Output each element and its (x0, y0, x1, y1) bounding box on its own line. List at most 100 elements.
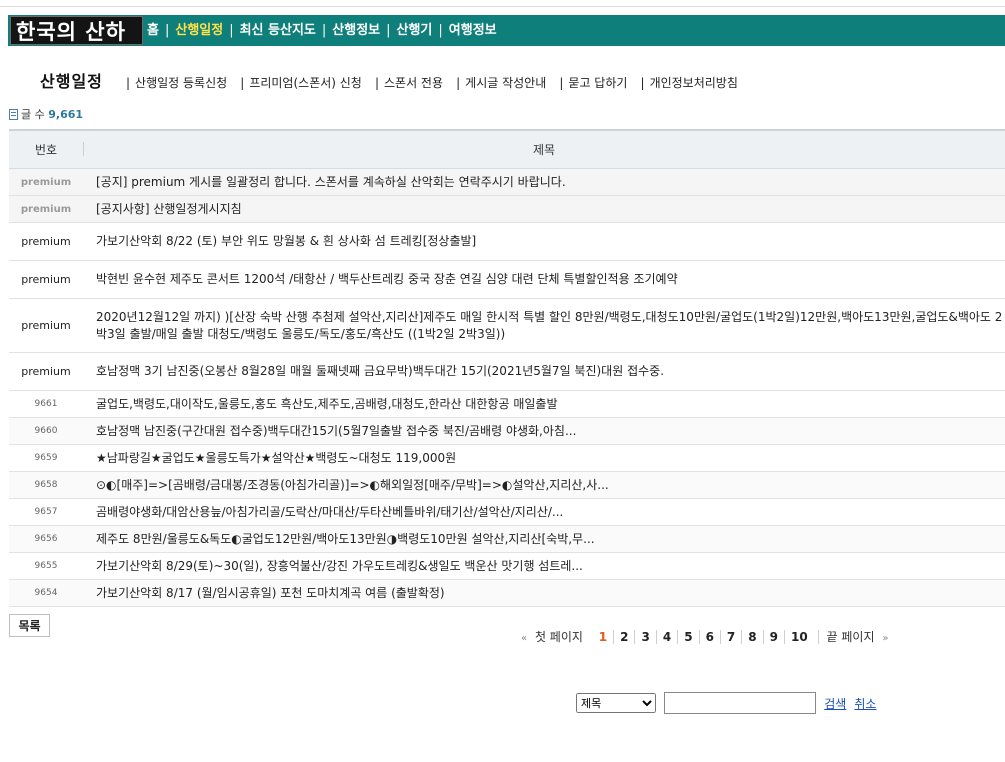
top-navigation-bar: 한국의 산하 홈 | 산행일정 | 최신 등산지도 | 산행정보 | 산행기 | 여행정보 (8, 15, 1005, 46)
table-row[interactable]: premium 가보기산악회 8/22 (토) 부안 위도 망월봉 & 흰 상사화… (9, 222, 1005, 261)
subnav-qna-link[interactable]: 묻고 답하기 (568, 76, 627, 90)
menu-home[interactable]: 홈 (147, 23, 159, 38)
post-subject-link[interactable]: 호남정맥 남진중(구간대원 접수중)백두대간15기(5월7일출발 접수중 북진/… (83, 417, 1005, 445)
subnav-separator: | (125, 76, 131, 90)
table-row[interactable]: 9659 ★남파랑길★굴업도★울릉도특가★설악산★백령도~대청도 119,000원 (9, 444, 1005, 472)
post-count-label: 글 수 (21, 108, 45, 121)
page-title: 산행일정 (40, 72, 103, 91)
post-number: 9657 (9, 498, 83, 526)
post-subject-link[interactable]: 박현빈 윤수현 제주도 콘서트 1200석 /태항산 / 백두산트레킹 중국 장… (83, 260, 1005, 299)
cancel-button[interactable]: 취소 (854, 697, 876, 711)
menu-separator: | (321, 23, 327, 38)
menu-latest-map[interactable]: 최신 등산지도 (240, 23, 316, 38)
table-row[interactable]: premium 2020년12월12일 까지) )[산장 숙박 산행 추첨제 설악… (9, 298, 1005, 353)
column-header-subject: 제목 (83, 129, 1005, 169)
post-subject-link[interactable]: ⊙◐[매주]=>[곰배령/금대봉/조경동(아침가리골)]=>◐해외일정[매주/무… (83, 471, 1005, 499)
subnav-separator: | (640, 76, 645, 90)
page-link[interactable]: 10 (784, 630, 814, 644)
search-button[interactable]: 검색 (824, 697, 846, 711)
post-subject-link[interactable]: 호남정맥 3기 남진중(오봉산 8월28일 매월 둘째넷째 금요무박)백두대간 … (83, 352, 1005, 391)
post-number: 9660 (9, 417, 83, 445)
post-subject-link[interactable]: 가보기산악회 8/29(토)~30(일), 장흥억불산/강진 가우도트레킹&생일… (83, 552, 1005, 580)
post-subject-link[interactable]: 굴업도,백령도,대이작도,울릉도,홍도 흑산도,제주도,곰배령,대청도,한라산 … (83, 390, 1005, 418)
subnav-register-link[interactable]: 산행일정 등록신청 (135, 76, 227, 90)
table-row[interactable]: premium 호남정맥 3기 남진중(오봉산 8월28일 매월 둘째넷째 금요무… (9, 352, 1005, 391)
page-link[interactable]: 8 (741, 630, 763, 644)
subnav-separator: | (240, 76, 245, 90)
top-menu: 홈 | 산행일정 | 최신 등산지도 | 산행정보 | 산행기 | 여행정보 (147, 15, 497, 46)
post-subject-link[interactable]: 곰배령야생화/대암산용늪/아침가리골/도락산/마대산/두타산베틀바위/태기산/설… (83, 498, 1005, 526)
post-subject-link[interactable]: [공지사항] 산행일정게시지침 (83, 195, 1005, 223)
site-logo[interactable]: 한국의 산하 (10, 16, 143, 45)
post-number: premium (9, 298, 83, 353)
post-subject-link[interactable]: ★남파랑길★굴업도★울릉도특가★설악산★백령도~대청도 119,000원 (83, 444, 1005, 472)
table-row[interactable]: 9654 가보기산악회 8/17 (월/임시공휴일) 포천 도마치계곡 여름 (출… (9, 579, 1005, 607)
subnav-sponsor-link[interactable]: 스폰서 전용 (384, 76, 443, 90)
sub-navigation: 산행일정 | 산행일정 등록신청 | 프리미엄(스폰서) 신청 | 스폰서 전용 | 게… (40, 70, 738, 94)
menu-separator: | (229, 23, 234, 38)
first-page-arrow-icon: « (521, 633, 528, 644)
post-number: 9659 (9, 444, 83, 472)
post-subject-link[interactable]: 가보기산악회 8/22 (토) 부안 위도 망월봉 & 흰 상사화 섬 트레킹[… (83, 222, 1005, 261)
post-number: 9655 (9, 552, 83, 580)
page-link[interactable]: 9 (762, 630, 784, 644)
page-link[interactable]: 4 (655, 630, 678, 644)
table-row[interactable]: 9660 호남정맥 남진중(구간대원 접수중)백두대간15기(5월7일출발 접수중… (9, 417, 1005, 445)
table-row[interactable]: 9658 ⊙◐[매주]=>[곰배령/금대봉/조경동(아침가리골)]=>◐해외일정[… (9, 471, 1005, 499)
page-link[interactable]: 6 (698, 630, 720, 644)
post-number: premium (9, 168, 83, 196)
post-subject-link[interactable]: [공지] premium 게시를 일괄정리 합니다. 스폰서를 계속하실 산악회… (83, 168, 1005, 196)
table-header-row: 번호 제목 (9, 129, 1005, 169)
page-link[interactable]: 2 (613, 630, 635, 644)
table-row[interactable]: 9656 제주도 8만원/울릉도&독도◐굴업도12만원/백아도13만원◑백령도10… (9, 525, 1005, 553)
last-page-arrow-icon: » (882, 633, 889, 644)
menu-hiking-info[interactable]: 산행정보 (332, 23, 380, 38)
menu-separator: | (438, 23, 443, 38)
post-table: 번호 제목 premium [공지] premium 게시를 일괄정리 합니다. … (9, 129, 1005, 607)
subnav-separator: | (559, 76, 564, 90)
post-number: 9654 (9, 579, 83, 607)
last-page-link[interactable]: 끝 페이지 (817, 630, 879, 644)
table-row[interactable]: 9655 가보기산악회 8/29(토)~30(일), 장흥억불산/강진 가우도트레… (9, 552, 1005, 580)
menu-hiking-log[interactable]: 산행기 (397, 23, 433, 38)
table-row[interactable]: 9661 굴업도,백령도,대이작도,울릉도,홍도 흑산도,제주도,곰배령,대청도,… (9, 390, 1005, 418)
page-link[interactable]: 1 (591, 630, 613, 644)
search-bar: 제목 검색 취소 (576, 692, 876, 714)
list-button[interactable]: 목록 (9, 614, 50, 637)
post-count: 글 수 9,661 (9, 108, 83, 122)
subnav-guide-link[interactable]: 게시글 작성안내 (465, 76, 546, 90)
post-subject-link[interactable]: 2020년12월12일 까지) )[산장 숙박 산행 추첨제 설악산,지리산]제… (83, 298, 1005, 353)
subnav-separator: | (374, 76, 379, 90)
menu-separator: | (386, 23, 391, 38)
post-number: premium (9, 260, 83, 299)
post-number: premium (9, 222, 83, 261)
menu-separator: | (164, 23, 170, 38)
subnav-privacy-link[interactable]: 개인정보처리방침 (650, 76, 738, 90)
table-row[interactable]: 9657 곰배령야생화/대암산용늪/아침가리골/도락산/마대산/두타산베틀바위/태… (9, 498, 1005, 526)
document-icon (9, 109, 18, 120)
search-field-select[interactable]: 제목 (576, 693, 656, 713)
post-number: 9658 (9, 471, 83, 499)
top-divider (0, 6, 1005, 7)
post-subject-link[interactable]: 제주도 8만원/울릉도&독도◐굴업도12만원/백아도13만원◑백령도10만원 설… (83, 525, 1005, 553)
table-row[interactable]: premium [공지] premium 게시를 일괄정리 합니다. 스폰서를 계… (9, 168, 1005, 196)
menu-schedule[interactable]: 산행일정 (175, 23, 223, 38)
post-subject-link[interactable]: 가보기산악회 8/17 (월/임시공휴일) 포천 도마치계곡 여름 (출발확정) (83, 579, 1005, 607)
pagination: « 첫 페이지 1 2 3 4 5 6 7 8 9 10 끝 페이지 » (521, 628, 888, 646)
post-number: premium (9, 352, 83, 391)
post-number: 9661 (9, 390, 83, 418)
subnav-separator: | (456, 76, 461, 90)
post-number: 9656 (9, 525, 83, 553)
post-count-value: 9,661 (48, 108, 84, 121)
page-link[interactable]: 7 (719, 630, 742, 644)
column-header-number: 번호 (9, 129, 84, 169)
first-page-link[interactable]: 첫 페이지 (531, 630, 587, 644)
table-row[interactable]: premium 박현빈 윤수현 제주도 콘서트 1200석 /태항산 / 백두산트… (9, 260, 1005, 299)
menu-travel-info[interactable]: 여행정보 (449, 23, 497, 38)
page-link[interactable]: 3 (634, 630, 656, 644)
subnav-premium-link[interactable]: 프리미엄(스폰서) 신청 (249, 76, 362, 90)
search-input[interactable] (664, 692, 817, 714)
table-row[interactable]: premium [공지사항] 산행일정게시지침 (9, 195, 1005, 223)
page-link[interactable]: 5 (677, 630, 699, 644)
post-number: premium (9, 195, 83, 223)
